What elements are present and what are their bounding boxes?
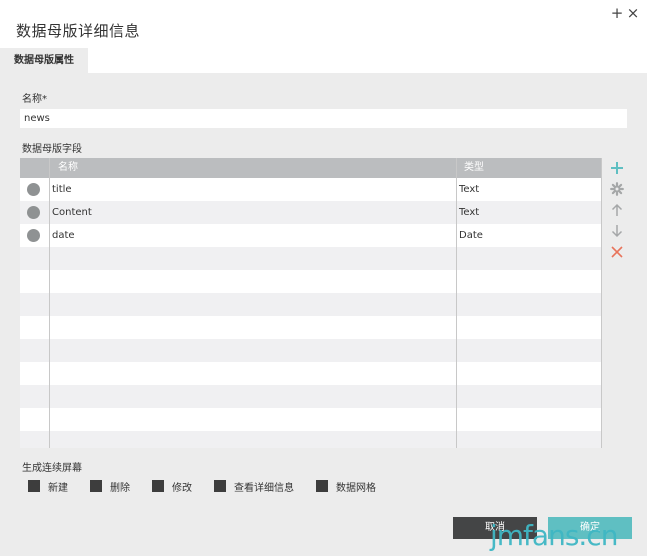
field-type: Text [459, 184, 480, 195]
delete-icon[interactable] [606, 242, 628, 262]
empty-row [20, 339, 602, 362]
field-status-icon [27, 229, 40, 242]
checkbox-data-grid[interactable] [316, 480, 328, 492]
option-view-details[interactable]: 查看详细信息 [214, 479, 294, 494]
empty-row [20, 247, 602, 270]
empty-row [20, 385, 602, 408]
option-new[interactable]: 新建 [28, 479, 68, 494]
field-status-icon [27, 206, 40, 219]
option-delete-label: 删除 [110, 482, 130, 494]
empty-row [20, 431, 602, 448]
column-divider [601, 158, 602, 448]
name-label: 名称* [22, 94, 47, 105]
option-data-grid-label: 数据网格 [336, 482, 376, 494]
table-row[interactable]: title Text [20, 178, 602, 201]
dialog-title: 数据母版详细信息 [16, 22, 141, 40]
option-edit[interactable]: 修改 [152, 479, 192, 494]
field-name: date [52, 230, 75, 241]
empty-row [20, 316, 602, 339]
field-name: title [52, 184, 72, 195]
empty-row [20, 270, 602, 293]
gear-icon[interactable] [606, 179, 628, 199]
fields-label: 数据母版字段 [22, 144, 82, 155]
field-type: Date [459, 230, 483, 241]
table-row[interactable]: Content Text [20, 201, 602, 224]
data-master-dialog: 数据母版详细信息 + × 数据母版属性 名称* 数据母版字段 名称 类型 tit… [0, 0, 647, 556]
watermark-text: jmfans.cn [490, 519, 618, 552]
option-new-label: 新建 [48, 482, 68, 494]
checkbox-new[interactable] [28, 480, 40, 492]
arrow-up-icon[interactable] [606, 200, 628, 220]
column-divider [456, 158, 457, 448]
checkbox-delete[interactable] [90, 480, 102, 492]
generate-screens-label: 生成连续屏幕 [22, 463, 82, 474]
field-type: Text [459, 207, 480, 218]
column-header-name[interactable]: 名称 [58, 158, 78, 178]
field-status-icon [27, 183, 40, 196]
option-edit-label: 修改 [172, 482, 192, 494]
option-view-details-label: 查看详细信息 [234, 482, 294, 494]
properties-panel: 名称* 数据母版字段 名称 类型 title Text Content Text [0, 73, 647, 556]
option-data-grid[interactable]: 数据网格 [316, 479, 376, 494]
window-close-icon[interactable]: × [626, 4, 640, 22]
empty-row [20, 408, 602, 431]
table-header: 名称 类型 [20, 158, 602, 178]
column-header-type[interactable]: 类型 [464, 158, 484, 178]
add-icon[interactable] [606, 158, 628, 178]
arrow-down-icon[interactable] [606, 221, 628, 241]
empty-row [20, 362, 602, 385]
option-delete[interactable]: 删除 [90, 479, 130, 494]
checkbox-edit[interactable] [152, 480, 164, 492]
tab-bar: 数据母版属性 [0, 48, 647, 73]
column-divider [49, 158, 50, 448]
field-name: Content [52, 207, 92, 218]
name-input[interactable] [20, 109, 627, 128]
window-add-icon[interactable]: + [610, 4, 624, 22]
table-row[interactable]: date Date [20, 224, 602, 247]
table-rows: title Text Content Text date Date [20, 178, 602, 448]
fields-table: 名称 类型 title Text Content Text date Date [20, 158, 602, 448]
empty-row [20, 293, 602, 316]
checkbox-view-details[interactable] [214, 480, 226, 492]
tab-data-master-properties[interactable]: 数据母版属性 [0, 48, 88, 73]
